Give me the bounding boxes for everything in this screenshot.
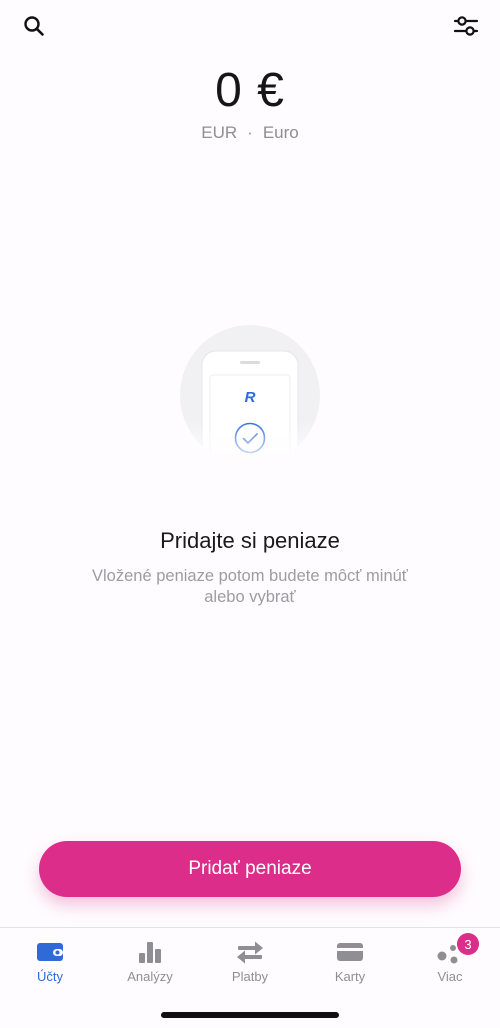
tab-label: Analýzy — [127, 969, 173, 984]
bar-chart-icon — [139, 942, 161, 963]
tab-cards[interactable]: Karty — [300, 928, 400, 994]
revolut-logo: R — [245, 389, 256, 406]
card-icon — [337, 943, 363, 961]
sliders-icon — [453, 16, 479, 36]
currency-name: Euro — [262, 123, 299, 142]
add-money-button[interactable]: Pridať peniaze — [39, 841, 461, 897]
separator-dot: · — [247, 123, 253, 142]
empty-state-illustration: R — [180, 325, 320, 465]
balance-summary: 0 € EUR · Euro — [0, 62, 500, 144]
tab-accounts[interactable]: Účty — [0, 928, 100, 994]
home-indicator — [161, 1012, 339, 1018]
empty-state-title: Pridajte si peniaze — [160, 528, 340, 553]
top-bar — [0, 0, 500, 52]
tab-label: Viac — [437, 969, 463, 984]
balance-amount: 0 € — [215, 64, 285, 117]
tab-more[interactable]: 3 Viac — [400, 928, 500, 994]
search-button[interactable] — [20, 12, 48, 40]
notification-badge: 3 — [457, 933, 479, 955]
filter-button[interactable] — [452, 12, 480, 40]
transfer-arrows-icon — [237, 941, 263, 964]
empty-state-description: Vložené peniaze potom budete môcť minúť … — [92, 567, 408, 606]
wallet-icon — [37, 943, 63, 961]
tab-analytics[interactable]: Analýzy — [100, 928, 200, 994]
tab-label: Účty — [37, 969, 63, 984]
search-icon — [24, 16, 44, 36]
tab-label: Karty — [334, 969, 366, 984]
tab-label: Platby — [231, 969, 269, 984]
currency-code: EUR — [201, 123, 238, 142]
balance-currency: EUR · Euro — [0, 122, 500, 144]
tab-payments[interactable]: Platby — [200, 928, 300, 994]
